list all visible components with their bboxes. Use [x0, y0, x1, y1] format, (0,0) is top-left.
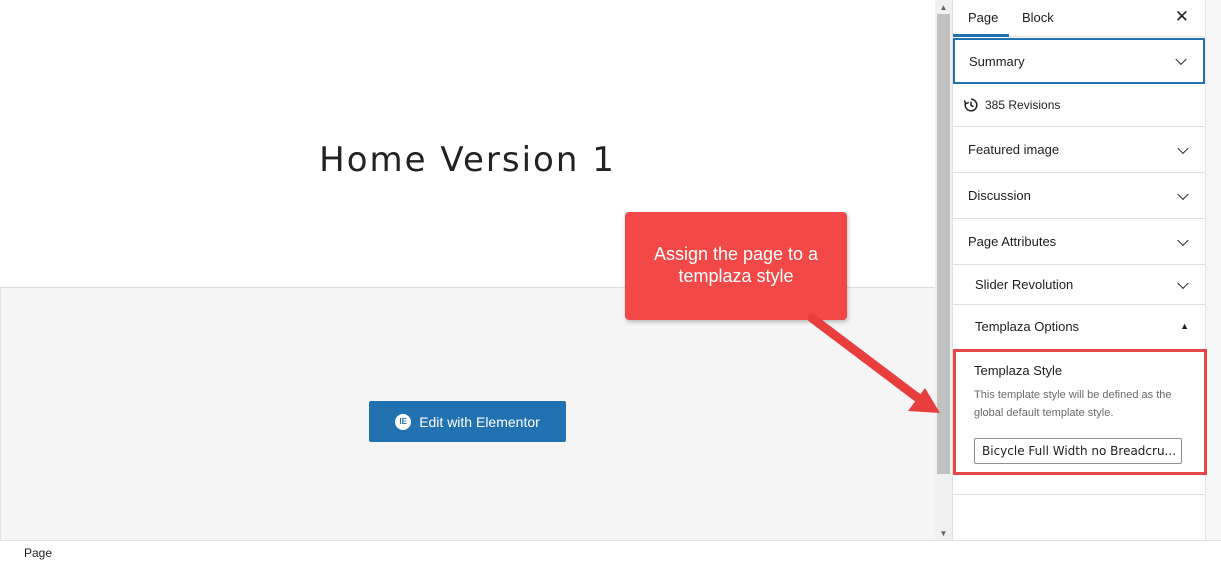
chevron-down-icon	[1177, 142, 1189, 154]
scroll-down-arrow-icon[interactable]: ▼	[935, 526, 952, 540]
chevron-down-icon	[1177, 277, 1189, 289]
breadcrumb-page[interactable]: Page	[24, 546, 52, 560]
panel-summary-label: Summary	[969, 53, 1025, 69]
tab-block[interactable]: Block	[1022, 10, 1054, 25]
chevron-down-icon	[1175, 53, 1187, 66]
panel-summary[interactable]: Summary	[953, 38, 1205, 84]
panel-templaza-options-label: Templaza Options	[975, 318, 1080, 334]
history-icon	[963, 98, 978, 112]
panel-featured-image[interactable]: Featured image	[953, 127, 1205, 173]
collapse-triangle-icon: ▲	[1180, 321, 1189, 331]
panel-featured-image-label: Featured image	[968, 142, 1060, 157]
sidebar-tabs: Page Block ✕	[953, 0, 1205, 37]
status-bar: Page	[0, 540, 1221, 562]
callout-annotation: Assign the page to a templaza style	[625, 212, 847, 320]
chevron-down-icon	[1177, 188, 1189, 200]
panel-page-attributes-label: Page Attributes	[968, 234, 1057, 249]
highlight-box	[953, 349, 1207, 475]
tab-page[interactable]: Page	[968, 10, 998, 25]
panel-slider-revolution[interactable]: Slider Revolution	[953, 265, 1205, 305]
edit-with-elementor-label: Edit with Elementor	[419, 413, 540, 430]
sidebar-scrollbar[interactable]	[1205, 0, 1221, 540]
panel-discussion-label: Discussion	[968, 188, 1031, 203]
panel-templaza-options[interactable]: Templaza Options ▲	[953, 305, 1205, 347]
panel-page-attributes[interactable]: Page Attributes	[953, 219, 1205, 265]
page-title[interactable]: Home Version 1	[0, 140, 935, 180]
chevron-down-icon	[1177, 234, 1189, 246]
edit-with-elementor-button[interactable]: IE Edit with Elementor	[369, 401, 566, 442]
close-icon[interactable]: ✕	[1175, 7, 1189, 27]
panel-discussion[interactable]: Discussion	[953, 173, 1205, 219]
panel-slider-revolution-label: Slider Revolution	[975, 277, 1074, 292]
revisions-link[interactable]: 385 Revisions	[953, 84, 1205, 127]
active-tab-indicator	[953, 34, 1009, 37]
canvas-scrollbar[interactable]: ▲ ▼	[935, 0, 952, 540]
scroll-thumb[interactable]	[937, 14, 950, 474]
revisions-label: 385 Revisions	[985, 98, 1061, 112]
scroll-up-arrow-icon[interactable]: ▲	[935, 0, 952, 14]
elementor-icon: IE	[395, 413, 412, 430]
